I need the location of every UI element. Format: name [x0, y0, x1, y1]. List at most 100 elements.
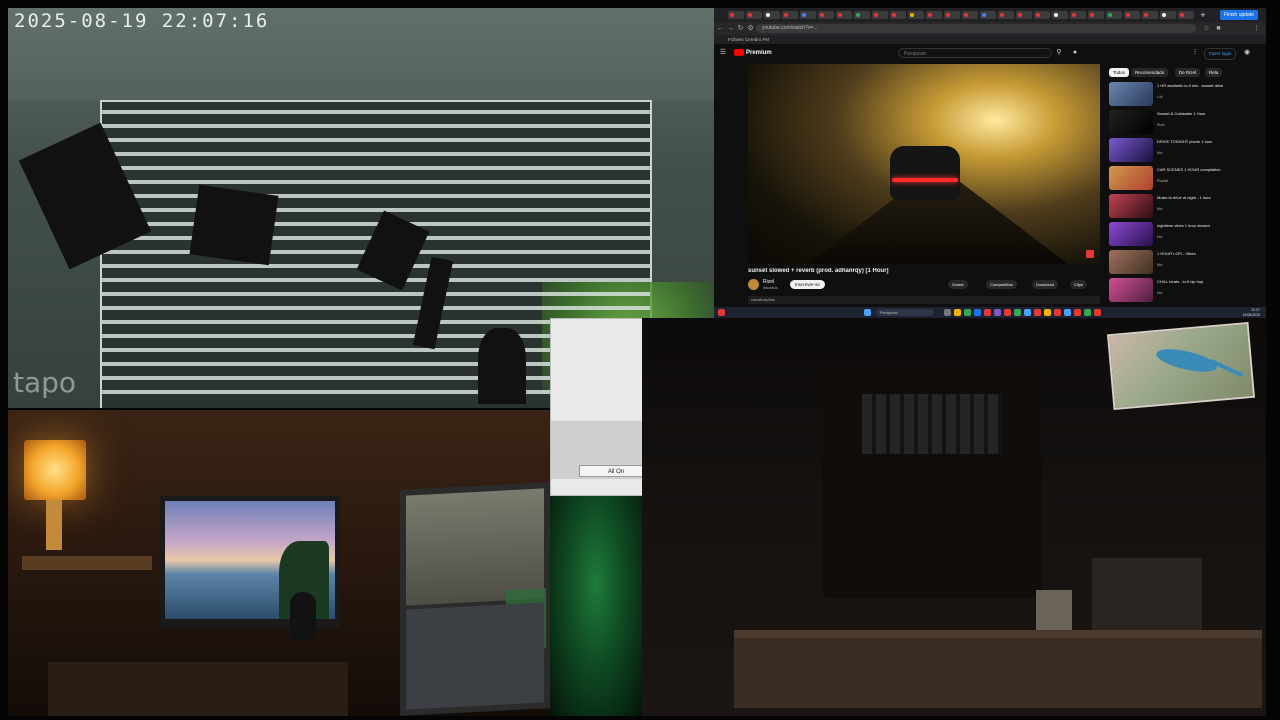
browser-tab[interactable] [854, 11, 870, 19]
browser-tab[interactable] [800, 11, 816, 19]
browser-tab[interactable] [746, 11, 762, 19]
app-icon[interactable] [1024, 309, 1031, 316]
menu-dots-icon[interactable]: ⋮ [1252, 24, 1261, 33]
app-icon[interactable] [1014, 309, 1021, 316]
file-explorer-icon[interactable] [954, 309, 961, 316]
chrome-icon[interactable] [964, 309, 971, 316]
tab-favicon-icon [1162, 13, 1166, 17]
browser-tab[interactable] [728, 11, 744, 19]
laptop [400, 482, 550, 716]
weather-icon[interactable] [718, 309, 725, 316]
browser-tab[interactable] [926, 11, 942, 19]
recommended-video[interactable]: Music to drive at night - 1 hour Mix [1109, 194, 1254, 218]
browser-tab[interactable] [1160, 11, 1176, 19]
url-field[interactable]: youtube.com/watch?v=... [756, 24, 1196, 33]
account-icon[interactable]: ◉ [1242, 48, 1252, 58]
app-icon[interactable] [1054, 309, 1061, 316]
recommended-channel: Mix [1157, 235, 1163, 239]
app-icon[interactable] [1004, 309, 1011, 316]
bookmark-star-icon[interactable]: ☆ [1202, 24, 1211, 33]
browser-tab[interactable] [836, 11, 852, 19]
app-icon[interactable] [1064, 309, 1071, 316]
browser-tab[interactable] [1106, 11, 1122, 19]
gate-slat [102, 124, 650, 128]
browser-tab[interactable] [1052, 11, 1068, 19]
browser-tab[interactable] [980, 11, 996, 19]
recommended-video[interactable]: Sunset & Coldwater 1 Hour Rizel [1109, 110, 1254, 134]
browser-tab[interactable] [1178, 11, 1194, 19]
app-icon[interactable] [1084, 309, 1091, 316]
chip-all[interactable]: Todos [1109, 68, 1130, 77]
forward-icon[interactable]: → [726, 24, 735, 33]
subscribe-button[interactable]: Inscrever-se [790, 280, 825, 289]
recommended-channel: Mix [1157, 263, 1163, 267]
browser-tab[interactable] [818, 11, 834, 19]
tab-favicon-icon [766, 13, 770, 17]
gate-slat [102, 292, 650, 296]
video-player[interactable] [748, 64, 1100, 264]
sign-in-button[interactable]: Fazer login [1204, 48, 1237, 60]
bookmark-item[interactable]: Fichiers Cerebro FM [728, 37, 769, 42]
reload-icon[interactable]: ↻ [736, 24, 745, 33]
recommended-video[interactable]: 1 HOUR LOFI - Vibes Mix [1109, 250, 1254, 274]
browser-tab[interactable] [944, 11, 960, 19]
taskbar-search[interactable]: Pesquisar [876, 309, 934, 316]
taskbar-clock[interactable]: 22:07 19/08/2025 [1242, 308, 1260, 317]
finish-update-button[interactable]: Finish update [1219, 10, 1258, 20]
task-view-icon[interactable] [944, 309, 951, 316]
video-thumbnail [1109, 138, 1153, 162]
browser-tab[interactable] [1124, 11, 1140, 19]
browser-tab[interactable] [872, 11, 888, 19]
youtube-search-input[interactable]: Pesquisar [898, 48, 1052, 58]
recommended-video[interactable]: DRIVE TONIGHT phonk 1 hour Mix [1109, 138, 1254, 162]
browser-tab[interactable] [1016, 11, 1032, 19]
recommended-video[interactable]: CAR SCENES 1 HOUR compilation Playlist [1109, 166, 1254, 190]
microphone-icon[interactable]: ● [1070, 48, 1080, 58]
browser-tab[interactable] [1088, 11, 1104, 19]
chip-related[interactable]: Rela [1205, 68, 1223, 77]
channel-avatar[interactable] [748, 279, 759, 290]
clip-button[interactable]: Clipe [1070, 280, 1088, 289]
chip-recommended[interactable]: Recomendado [1131, 68, 1169, 77]
browser-tab[interactable] [998, 11, 1014, 19]
start-icon[interactable] [864, 309, 871, 316]
app-icon[interactable] [1034, 309, 1041, 316]
browser-tab[interactable] [782, 11, 798, 19]
recommended-video[interactable]: CHILL beats - lo-fi hip hop Mix [1109, 278, 1254, 302]
table [734, 638, 1262, 708]
browser-tab[interactable] [890, 11, 906, 19]
app-icon[interactable] [1074, 309, 1081, 316]
app-icon[interactable] [1044, 309, 1051, 316]
site-info-icon[interactable]: ⚙ [746, 24, 755, 33]
share-button[interactable]: Compartilhar [986, 280, 1017, 289]
hamburger-menu-icon[interactable]: ☰ [718, 48, 728, 58]
browser-tab[interactable] [1034, 11, 1050, 19]
like-button[interactable]: Gostei [948, 280, 968, 289]
search-icon[interactable]: ⚲ [1054, 48, 1064, 58]
tab-favicon-icon [982, 13, 986, 17]
recommended-title: Sunset & Coldwater 1 Hour [1157, 111, 1206, 116]
tab-favicon-icon [784, 13, 788, 17]
tab-favicon-icon [838, 13, 842, 17]
browser-tab[interactable] [1070, 11, 1086, 19]
app-icon[interactable] [984, 309, 991, 316]
browser-tab[interactable] [908, 11, 924, 19]
more-options-icon[interactable]: ⋮ [1190, 48, 1200, 58]
video-description[interactable]: visualizações [748, 296, 1100, 304]
download-button[interactable]: Download [1032, 280, 1058, 289]
tab-favicon-icon [892, 13, 896, 17]
recommended-video[interactable]: 1 HR aesthetic lo-fi mix - sunset drive … [1109, 82, 1254, 106]
app-icon[interactable] [1094, 309, 1101, 316]
chip-from-channel[interactable]: De Rizel [1175, 68, 1201, 77]
browser-tab[interactable] [962, 11, 978, 19]
back-icon[interactable]: ← [716, 24, 725, 33]
app-icon[interactable] [994, 309, 1001, 316]
browser-tab[interactable] [764, 11, 780, 19]
recommended-video[interactable]: nighttime vibes 1 hour slowed Mix [1109, 222, 1254, 246]
extensions-icon[interactable]: ■ [1214, 24, 1223, 33]
new-tab-icon[interactable]: + [1198, 10, 1208, 20]
browser-tab[interactable] [1142, 11, 1158, 19]
edge-icon[interactable] [974, 309, 981, 316]
youtube-logo[interactable]: Premium [734, 48, 772, 58]
cast-icon[interactable] [1086, 250, 1094, 258]
